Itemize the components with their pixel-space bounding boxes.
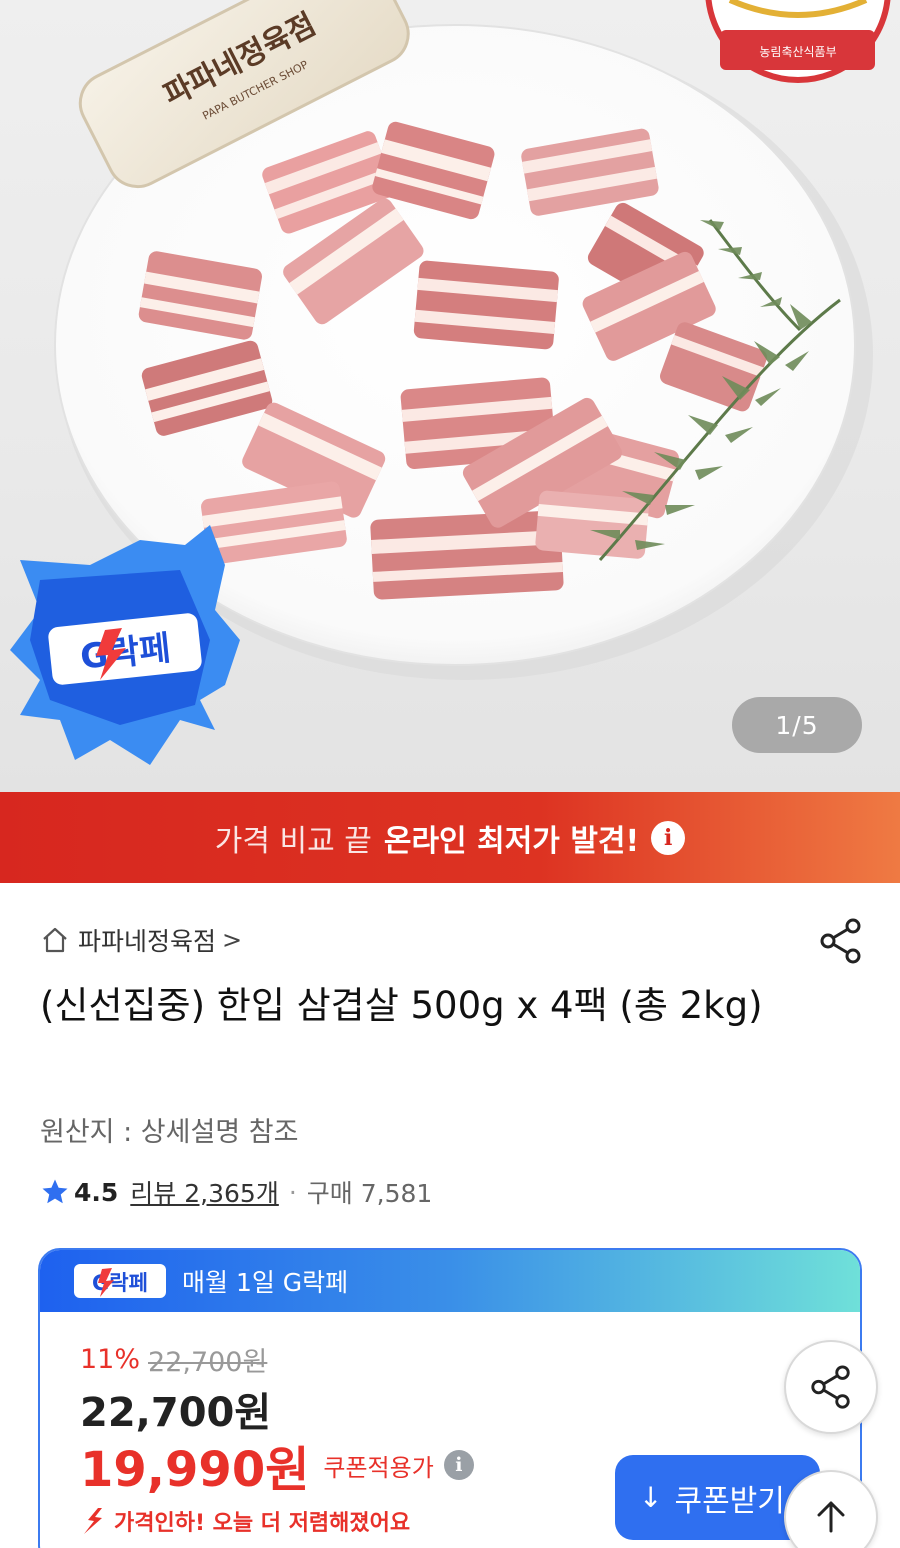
- floating-share-button[interactable]: [784, 1340, 878, 1434]
- svg-text:농림축산식품부: 농림축산식품부: [759, 45, 836, 59]
- rating-row: 4.5 리뷰 2,365개 · 구매 7,581: [40, 1174, 432, 1210]
- promo-bold-text: 온라인 최저가 발견!: [383, 823, 640, 859]
- image-page-counter: 1/5: [732, 697, 862, 753]
- price-drop-notice: 가격인하! 오늘 더 저렴해졌어요: [80, 1505, 410, 1537]
- star-icon: [42, 1179, 68, 1204]
- coupon-price: 19,990원: [80, 1442, 310, 1498]
- product-title: (신선집중) 한입 삼겹살 500g x 4팩 (총 2kg): [40, 984, 763, 1027]
- lowest-price-banner[interactable]: 가격 비교 끝 온라인 최저가 발견! i: [0, 792, 900, 883]
- share-icon[interactable]: [818, 917, 864, 965]
- promo-light-text: 가격 비교 끝: [214, 823, 372, 859]
- certification-seal: 농림축산식품부: [705, 0, 891, 83]
- rating-score: 4.5: [74, 1177, 119, 1207]
- get-coupon-label: 쿠폰받기: [674, 1483, 785, 1519]
- price-drop-arrow-icon: [84, 1508, 102, 1534]
- info-icon[interactable]: i: [443, 1450, 474, 1480]
- product-photo: 파파네정육점 PAPA BUTCHER SHOP 농림축산식품부 G락페: [10, 0, 891, 765]
- product-origin: 원산지 : 상세설명 참조: [40, 1117, 299, 1148]
- separator: ·: [288, 1177, 297, 1207]
- review-count-link[interactable]: 리뷰 2,365개: [130, 1174, 279, 1210]
- grakpe-logo-icon: G락페: [74, 1264, 166, 1298]
- original-price: 22,700원: [148, 1347, 268, 1378]
- grakpe-badge: G락페: [10, 525, 240, 765]
- arrow-up-icon: [817, 1501, 845, 1533]
- purchase-count: 구매 7,581: [306, 1179, 433, 1208]
- share-icon: [811, 1365, 850, 1409]
- chevron-right-icon: >: [222, 926, 243, 954]
- price-drop-text: 가격인하! 오늘 더 저렴해졌어요: [114, 1511, 411, 1536]
- coupon-price-label: 쿠폰적용가: [323, 1453, 434, 1482]
- home-icon: [43, 927, 67, 953]
- info-icon[interactable]: i: [651, 820, 686, 855]
- scroll-to-top-button[interactable]: [784, 1470, 878, 1548]
- store-link[interactable]: 파파네정육점 >: [40, 922, 242, 958]
- download-arrow-icon: ↓: [639, 1481, 663, 1514]
- discount-percent: 11%: [80, 1344, 141, 1375]
- discount-row: 11% 22,700원: [80, 1340, 267, 1379]
- coupon-price-row: 19,990원 쿠폰적용가 i: [80, 1430, 474, 1500]
- product-image[interactable]: 파파네정육점 PAPA BUTCHER SHOP 농림축산식품부 G락페 1/5: [0, 0, 900, 792]
- price-card-header-text: 매월 1일 G락페: [182, 1268, 349, 1297]
- store-name: 파파네정육점: [78, 927, 217, 956]
- price-card-header: G락페 매월 1일 G락페: [40, 1250, 860, 1312]
